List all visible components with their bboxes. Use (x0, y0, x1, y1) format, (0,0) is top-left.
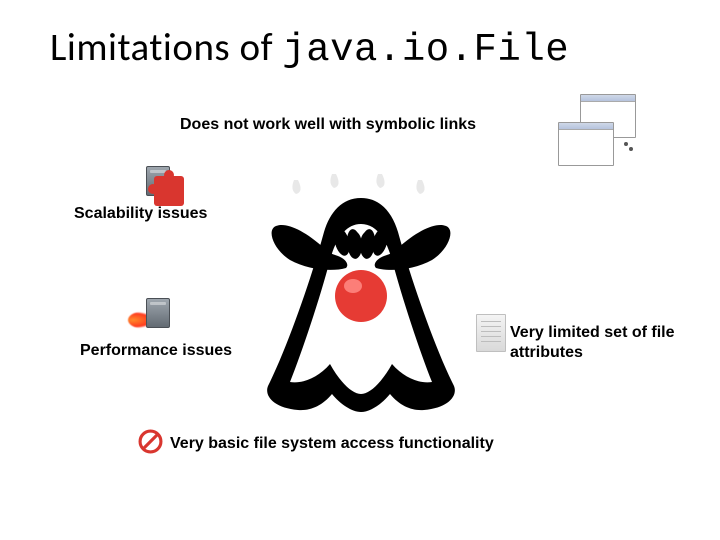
point-symbolic-links: Does not work well with symbolic links (180, 115, 476, 135)
point-performance: Performance issues (80, 341, 232, 361)
java-duke-mascot-icon (246, 168, 476, 420)
title-plain: Limitations of (50, 24, 282, 71)
server-puzzle-icon (140, 160, 188, 208)
document-icon (476, 314, 506, 352)
server-speed-icon (128, 294, 182, 338)
point-basic-access: Very basic file system access functional… (170, 434, 494, 454)
linked-windows-icon (556, 94, 648, 164)
point-attributes: Very limited set of file attributes (510, 323, 690, 363)
no-entry-icon (138, 429, 163, 454)
slide-title: Limitations of java.io.File (50, 24, 690, 72)
title-code: java.io.File (282, 28, 569, 72)
